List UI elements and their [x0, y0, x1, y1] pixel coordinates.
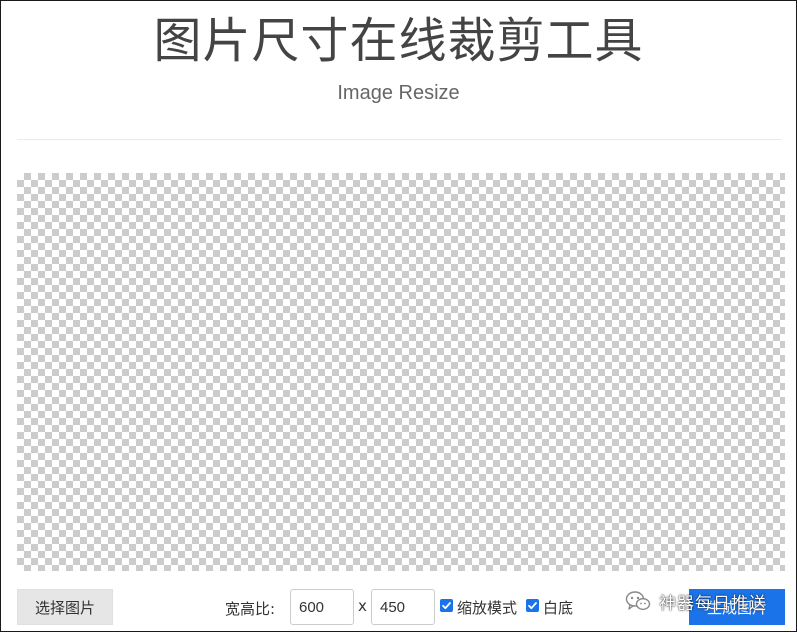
image-canvas[interactable]: [17, 173, 785, 571]
wechat-icon: [625, 591, 651, 611]
aspect-ratio-label: 宽高比:: [225, 600, 276, 618]
toolbar: 选择图片 宽高比: x 缩放模式 白底 生成图片: [1, 587, 796, 631]
app-window: 图片尺寸在线裁剪工具 Image Resize 选择图片 宽高比: x 缩放模式…: [0, 0, 797, 632]
height-input[interactable]: [371, 589, 435, 625]
page-subtitle: Image Resize: [337, 82, 460, 104]
white-background-label[interactable]: 白底: [543, 597, 573, 618]
header-divider: [17, 139, 782, 140]
scale-mode-checkbox[interactable]: [440, 599, 453, 612]
white-background-checkbox[interactable]: [526, 599, 539, 612]
width-input[interactable]: [290, 589, 354, 625]
generate-image-button[interactable]: 生成图片: [689, 589, 785, 625]
scale-mode-label[interactable]: 缩放模式: [457, 597, 517, 618]
select-image-button[interactable]: 选择图片: [17, 589, 113, 625]
times-symbol: x: [358, 597, 367, 615]
checkmark-icon: [442, 602, 451, 610]
page-title: 图片尺寸在线裁剪工具: [153, 13, 644, 69]
checkmark-icon: [528, 602, 537, 610]
